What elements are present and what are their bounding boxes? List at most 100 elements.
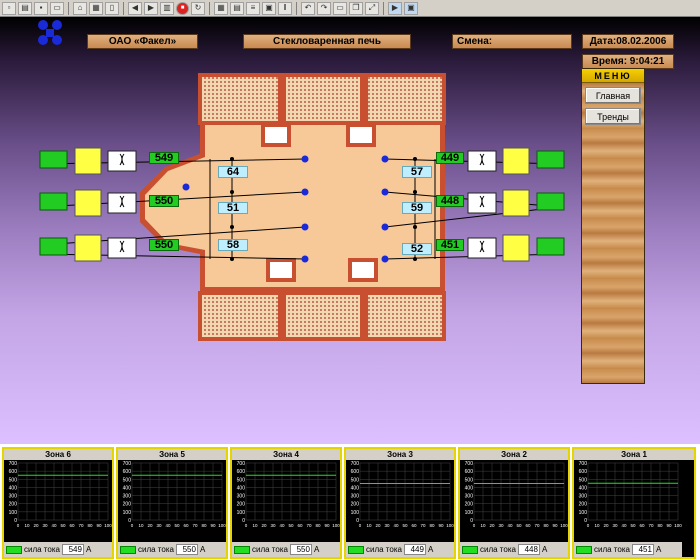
y-tick-label: 300 — [351, 494, 360, 500]
toolbar-separator — [68, 1, 69, 15]
zone-footer: сила тока 550 А — [232, 542, 340, 557]
x-tick-label: 80 — [315, 523, 321, 528]
date-display: Дата:08.02.2006 — [582, 34, 674, 49]
panel-icon[interactable]: ▣ — [262, 1, 276, 15]
grid-icon[interactable]: ▦ — [89, 1, 103, 15]
measurement-unit: А — [199, 545, 206, 554]
x-tick-label: 0 — [131, 523, 134, 528]
duplicate-icon[interactable]: ❐ — [349, 1, 363, 15]
trend-chart: 70060050040030020010000 10 20 30 40 50 60 70 80 9… — [465, 461, 568, 528]
x-tick-label: 40 — [393, 523, 399, 528]
x-tick-label: 60 — [297, 523, 303, 528]
x-tick-label: 50 — [288, 523, 294, 528]
measurement-label: сила тока — [252, 545, 288, 554]
x-tick-label: 30 — [498, 523, 504, 528]
y-tick-label: 100 — [237, 510, 246, 516]
forward-arrow-icon[interactable]: ▶ — [144, 1, 158, 15]
layout-icon[interactable]: ▭ — [333, 1, 347, 15]
current-value-right-2: 448 — [436, 195, 464, 207]
x-tick-label: 50 — [630, 523, 636, 528]
y-tick-label: 500 — [351, 477, 360, 483]
y-tick-label: 300 — [465, 494, 474, 500]
y-tick-label: 100 — [579, 510, 588, 516]
x-tick-label: 30 — [612, 523, 618, 528]
y-tick-label: 600 — [237, 469, 246, 475]
inner-value-left-3: 58 — [218, 239, 248, 251]
regenerator-top-left — [198, 73, 282, 125]
measurement-value: 550 — [175, 544, 198, 555]
screen-icon[interactable]: ▣ — [404, 1, 418, 15]
stop-icon[interactable]: ■ — [176, 1, 189, 15]
power-circuit-right-3 — [467, 234, 565, 262]
print-icon[interactable]: ▥ — [160, 1, 174, 15]
new-file-icon[interactable]: ▫ — [2, 1, 16, 15]
undo-icon[interactable]: ↶ — [301, 1, 315, 15]
y-tick-label: 700 — [351, 461, 360, 467]
y-tick-label: 600 — [579, 469, 588, 475]
zone-trends-strip: Зона 6 700 600 500 400 300 200 100 0 0 10 20 30 40 50… — [0, 444, 700, 560]
x-tick-label: 50 — [174, 523, 180, 528]
x-tick-label: 20 — [261, 523, 267, 528]
home-icon[interactable]: ⌂ — [73, 1, 87, 15]
x-tick-label: 30 — [384, 523, 390, 528]
page-icon[interactable]: ▯ — [105, 1, 119, 15]
left-power-circuits — [39, 147, 137, 262]
x-tick-label: 10 — [366, 523, 372, 528]
power-circuit-left-2 — [39, 189, 137, 217]
y-tick-label: 400 — [9, 485, 18, 491]
refresh-icon[interactable]: ↻ — [191, 1, 205, 15]
x-tick-label: 100 — [674, 523, 682, 528]
runtime-icon[interactable]: ▶ — [388, 1, 402, 15]
chart-icon[interactable]: ▤ — [230, 1, 244, 15]
y-tick-label: 300 — [123, 494, 132, 500]
x-tick-label: 0 — [359, 523, 362, 528]
zone-footer: сила тока 451 А — [574, 542, 682, 557]
zone-footer: сила тока 549 А — [4, 542, 112, 557]
menu-button-trends[interactable]: Тренды — [585, 108, 641, 125]
expand-icon[interactable]: ⤢ — [365, 1, 379, 15]
back-arrow-icon[interactable]: ◀ — [128, 1, 142, 15]
x-tick-label: 70 — [420, 523, 426, 528]
y-tick-label: 500 — [579, 477, 588, 483]
zone-title: Зона 1 — [574, 449, 694, 460]
menu-button-main[interactable]: Главная — [585, 87, 641, 104]
legend-swatch — [120, 545, 136, 554]
table-icon[interactable]: ▦ — [214, 1, 228, 15]
y-tick-label: 200 — [579, 502, 588, 508]
side-menu: МЕНЮ Главная Тренды — [581, 68, 645, 384]
inner-value-right-1: 57 — [402, 166, 432, 178]
measurement-label: сила тока — [24, 545, 60, 554]
x-tick-label: 60 — [639, 523, 645, 528]
list-icon[interactable]: ≡ — [246, 1, 260, 15]
save-icon[interactable]: ▪ — [34, 1, 48, 15]
regenerator-top-center — [282, 73, 364, 125]
legend-swatch — [6, 545, 22, 554]
inner-value-left-2: 51 — [218, 202, 248, 214]
x-tick-label: 50 — [516, 523, 522, 528]
menu-title: МЕНЮ — [582, 69, 644, 83]
open-folder-icon[interactable]: ▤ — [18, 1, 32, 15]
company-name: ОАО «Факел» — [87, 34, 198, 49]
y-tick-label: 100 — [351, 510, 360, 516]
x-tick-label: 20 — [147, 523, 153, 528]
zone-panel: Зона 6 700 600 500 400 300 200 100 0 0 10 20 30 40 50… — [2, 447, 114, 559]
port — [261, 123, 291, 147]
trend-chart: 70060050040030020010000 10 20 30 40 50 60 70 80 9… — [9, 461, 112, 528]
zone-title: Зона 4 — [232, 449, 340, 460]
pause-icon[interactable]: ‖ — [278, 1, 292, 15]
power-circuit-right-1 — [467, 147, 565, 175]
current-value-right-3: 451 — [436, 239, 464, 251]
window-icon[interactable]: ▭ — [50, 1, 64, 15]
legend-swatch — [462, 545, 478, 554]
legend-swatch — [576, 545, 592, 554]
y-tick-label: 600 — [9, 469, 18, 475]
y-tick-label: 400 — [579, 485, 588, 491]
x-tick-label: 40 — [165, 523, 171, 528]
x-tick-label: 80 — [543, 523, 549, 528]
current-value-left-1: 549 — [149, 152, 179, 164]
x-tick-label: 100 — [560, 523, 568, 528]
measurement-label: сила тока — [594, 545, 630, 554]
redo-icon[interactable]: ↷ — [317, 1, 331, 15]
y-tick-label: 700 — [9, 461, 18, 467]
x-tick-label: 20 — [603, 523, 609, 528]
